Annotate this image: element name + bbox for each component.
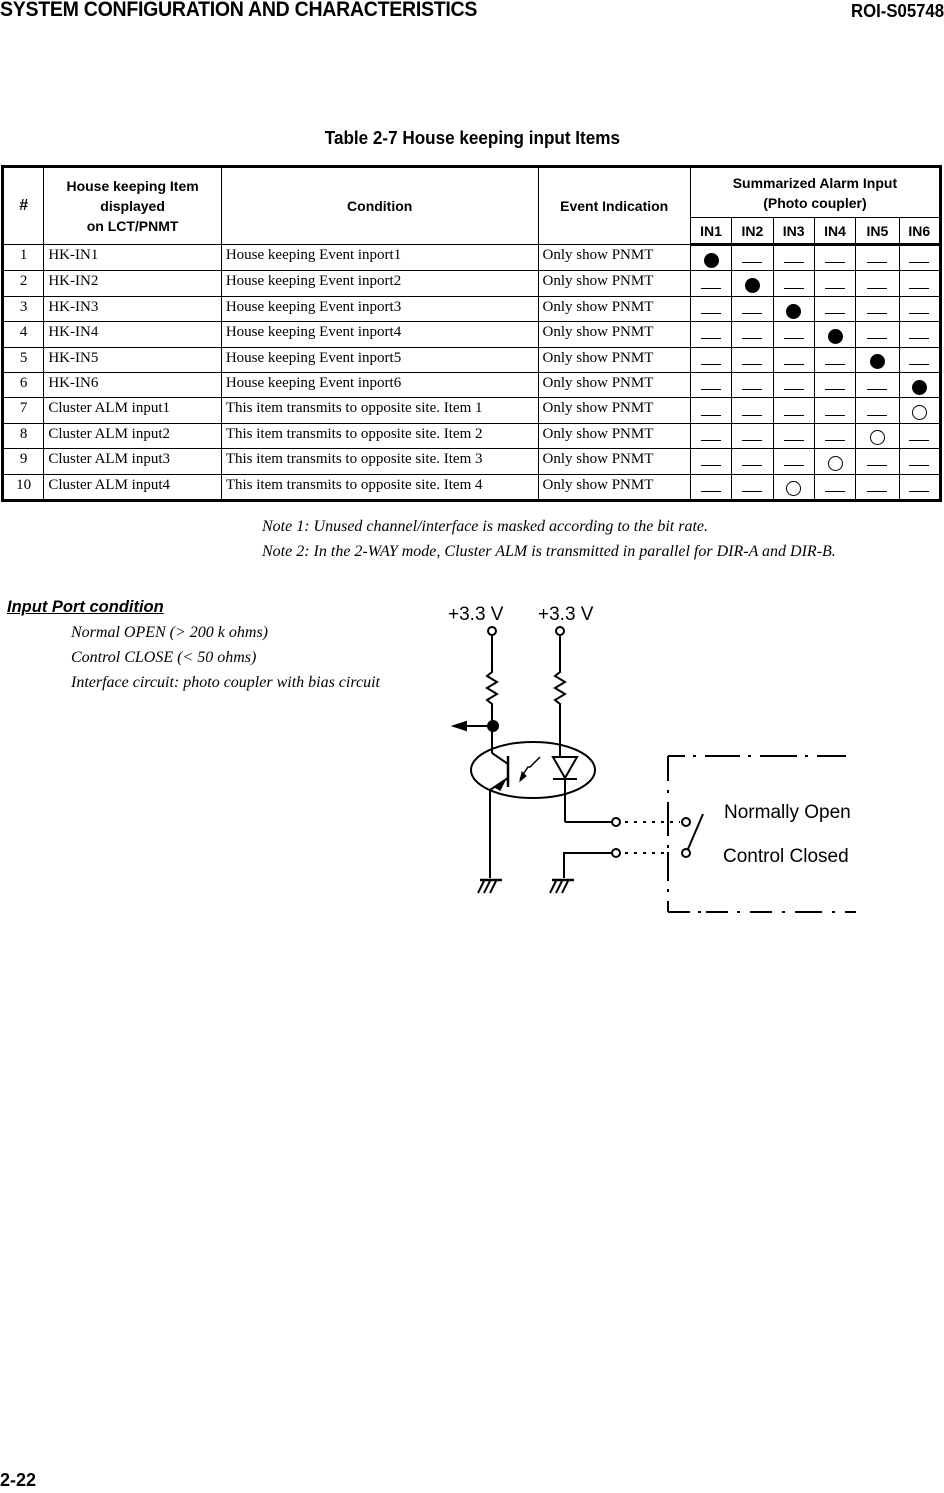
switch-icon (681, 813, 704, 858)
supply-label-right: +3.3 V (538, 604, 594, 625)
resistor-left-icon (485, 635, 499, 722)
supply-label-left: +3.3 V (448, 604, 504, 625)
ground-right-icon (549, 878, 574, 894)
supply-terminal-right (555, 626, 565, 636)
external-device-boundary (667, 755, 856, 913)
left-supply-branch (450, 626, 499, 753)
photo-coupler-circuit-diagram: +3.3 V +3.3 V Normally Open Control Clos… (448, 604, 856, 913)
light-emission-icon (519, 756, 541, 783)
photo-coupler-outline (470, 741, 596, 799)
resistor-right-icon (553, 635, 567, 757)
right-supply-branch (553, 626, 567, 757)
ground-left-icon (477, 878, 502, 894)
page-number: 2-22 (0, 1470, 37, 1490)
terminal-normally-open (611, 817, 621, 827)
output-arrow-icon (450, 720, 467, 732)
label-normally-open: Normally Open (724, 802, 851, 823)
led-diode-icon (551, 756, 612, 823)
supply-terminal-left (487, 626, 497, 636)
phototransistor-icon (489, 752, 510, 878)
terminal-control-closed (611, 848, 621, 858)
label-control-closed: Control Closed (723, 846, 849, 867)
